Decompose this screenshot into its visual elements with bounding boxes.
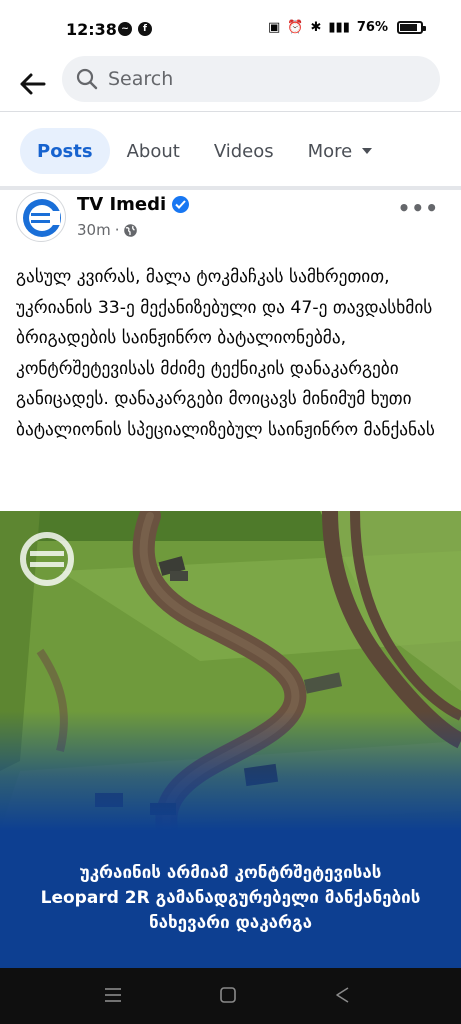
back-nav-button[interactable] xyxy=(334,986,352,1008)
globe-icon xyxy=(124,223,138,237)
messenger-icon: ~ xyxy=(118,22,132,36)
tab-label: More xyxy=(307,140,353,162)
menu-lines-icon xyxy=(105,988,121,1002)
section-divider xyxy=(0,186,461,190)
verified-badge-icon xyxy=(172,196,190,213)
separator-dot: · xyxy=(114,221,120,239)
home-button[interactable] xyxy=(219,986,237,1008)
facebook-icon: f xyxy=(138,22,152,36)
recents-button[interactable] xyxy=(104,986,122,1008)
page-avatar[interactable] xyxy=(16,192,66,242)
search-placeholder: Search xyxy=(108,68,174,90)
battery-icon xyxy=(397,21,426,34)
alarm-icon: ⏰ xyxy=(287,20,304,35)
back-triangle-icon xyxy=(336,987,349,1003)
tab-label: Posts xyxy=(37,140,93,162)
post-time[interactable]: 30m xyxy=(77,221,111,239)
tab-posts[interactable]: Posts xyxy=(20,128,110,174)
search-icon xyxy=(76,68,98,90)
caption-line: უკრაინის არმიამ კონტრშეტევისას xyxy=(79,863,382,883)
page-name[interactable]: TV Imedi xyxy=(77,194,190,215)
back-arrow-icon xyxy=(20,73,46,95)
system-nav-bar xyxy=(0,968,461,1024)
caret-down-icon xyxy=(362,148,373,154)
notification-icons: ~ f xyxy=(118,22,152,36)
post-text: გასულ კვირას, მალა ტოკმაჩკას სამხრეთით, … xyxy=(16,267,435,440)
home-square-icon xyxy=(220,987,236,1003)
search-input[interactable]: Search xyxy=(62,56,440,102)
header-divider xyxy=(0,111,461,112)
profile-tabs: Posts About Videos More xyxy=(20,128,389,174)
tab-more[interactable]: More xyxy=(291,128,390,174)
page-name-text: TV Imedi xyxy=(77,194,167,215)
tab-about[interactable]: About xyxy=(110,128,197,174)
tab-label: About xyxy=(126,140,180,162)
bluetooth-icon: ✱ xyxy=(310,20,322,35)
image-caption: უკრაინის არმიამ კონტრშეტევისას Leopard 2… xyxy=(0,861,461,936)
caption-line: Leopard 2R გამანადგურებელი მანქანების xyxy=(40,888,421,908)
tab-videos[interactable]: Videos xyxy=(197,128,291,174)
nfc-icon: ▣ xyxy=(268,20,281,35)
status-bar: 12:38 ~ f ▣ ⏰ ✱ ▮▮▮ 76% xyxy=(0,0,461,56)
system-icons: ▣ ⏰ ✱ ▮▮▮ 76% xyxy=(268,20,426,35)
signal-icon: ▮▮▮ xyxy=(328,20,350,35)
tab-label: Videos xyxy=(213,140,274,162)
caption-line: ნახევარი დაკარგა xyxy=(148,913,313,933)
post-options-button[interactable]: ••• xyxy=(398,196,439,220)
post-meta: 30m · xyxy=(77,221,138,239)
battery-percent: 76% xyxy=(356,20,388,35)
back-button[interactable] xyxy=(12,64,52,104)
status-time: 12:38 xyxy=(66,20,117,39)
imedi-logo-icon xyxy=(23,199,61,237)
search-header: Search xyxy=(0,56,461,112)
post-image[interactable]: უკრაინის არმიამ კონტრშეტევისას Leopard 2… xyxy=(0,511,461,968)
